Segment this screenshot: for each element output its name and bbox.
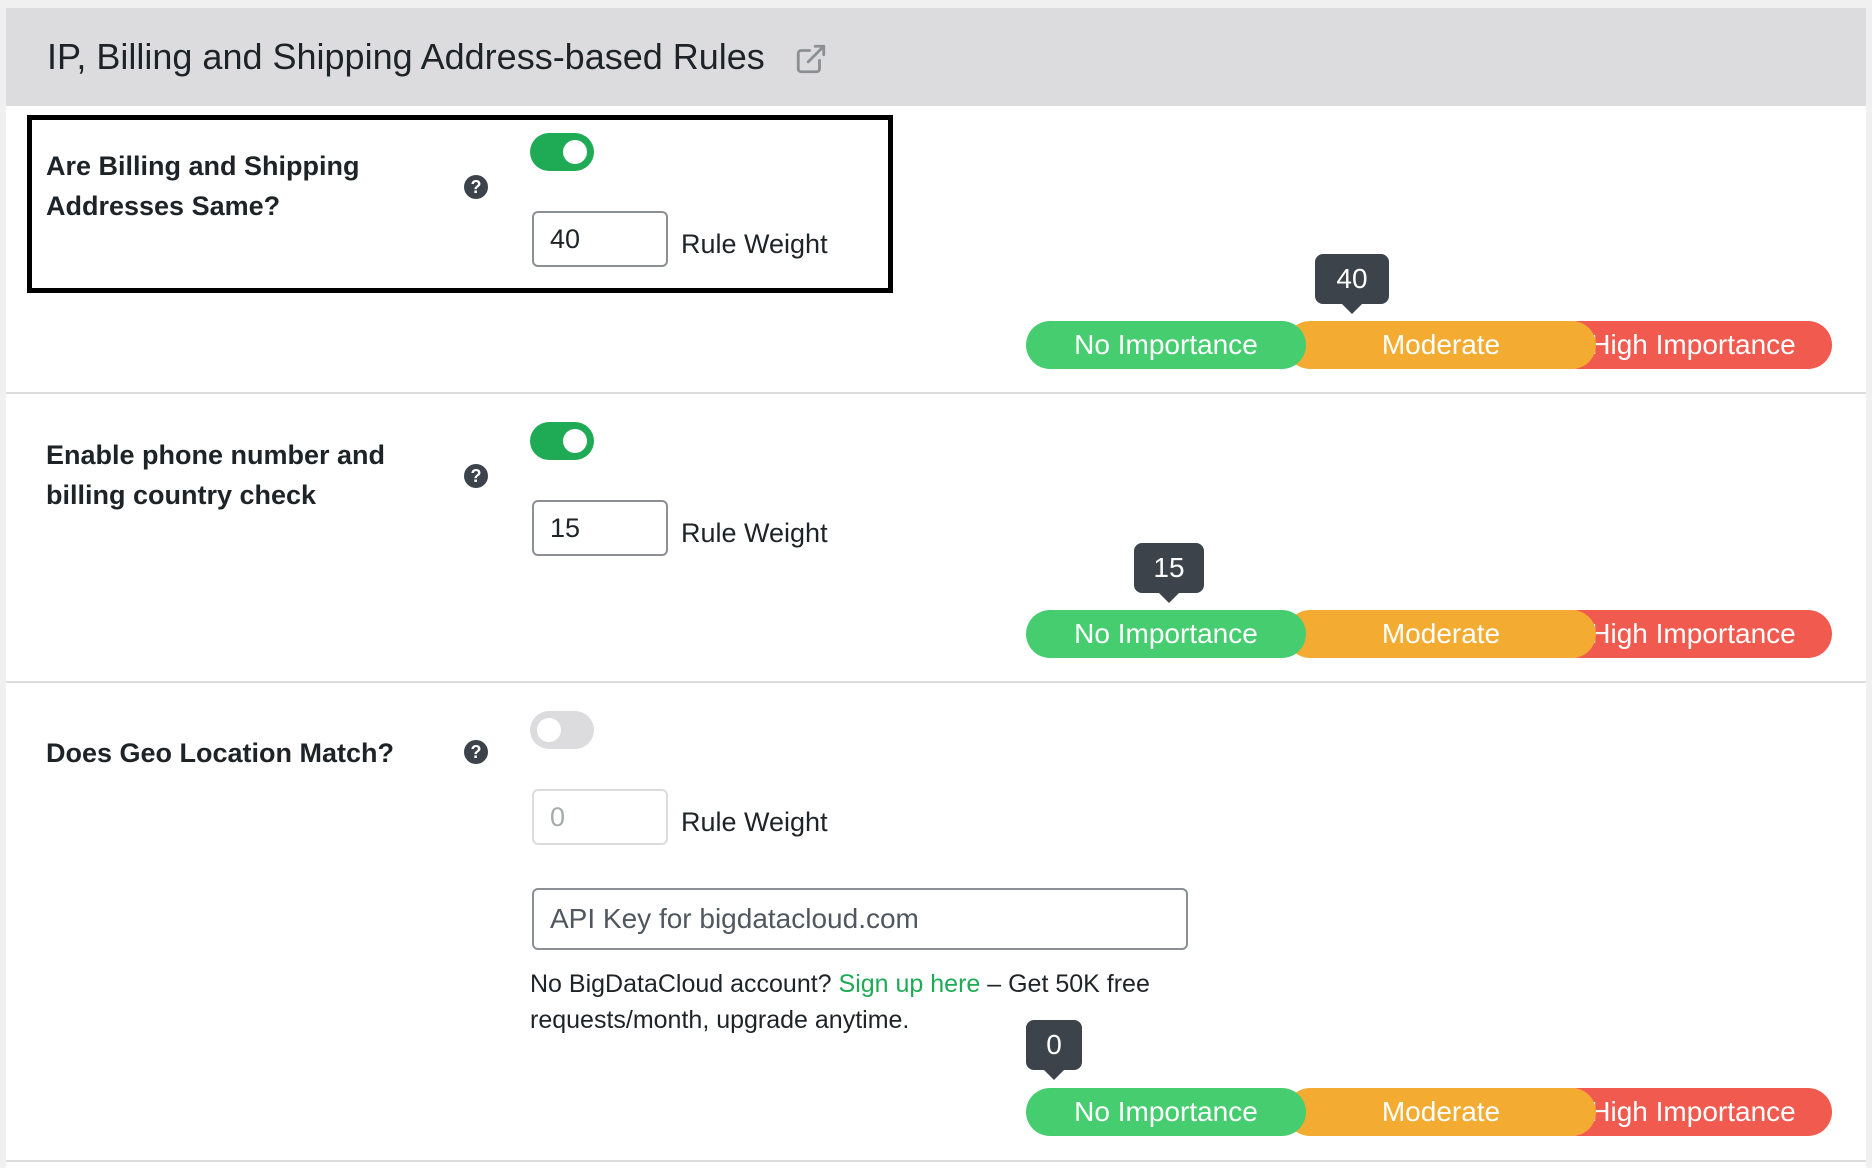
rule-label-geo-location: Does Geo Location Match? [46,738,395,768]
highlight-box [27,115,893,293]
help-icon[interactable]: ? [464,464,488,488]
weight-tooltip: 15 [1134,543,1204,603]
toggle-knob [537,718,561,742]
section-title: IP, Billing and Shipping Address-based R… [47,36,765,77]
rule-weight-label: Rule Weight [681,807,828,837]
importance-scale: High Importance Moderate No Importance [1026,321,1832,369]
external-link-icon[interactable] [794,42,828,76]
weight-tooltip: 0 [1026,1020,1082,1080]
rule-weight-input-geo-location[interactable] [532,789,668,845]
rules-panel: IP, Billing and Shipping Address-based R… [6,8,1866,1168]
scale-moderate[interactable]: Moderate [1286,1088,1596,1136]
weight-tooltip: 40 [1315,254,1389,314]
scale-moderate[interactable]: Moderate [1286,321,1596,369]
scale-moderate[interactable]: Moderate [1286,610,1596,658]
api-key-input[interactable] [532,888,1188,950]
importance-scale: High Importance Moderate No Importance [1026,1088,1832,1136]
toggle-knob [563,429,587,453]
scale-no-importance[interactable]: No Importance [1026,321,1306,369]
rule-toggle-geo-location[interactable] [530,711,594,749]
help-icon[interactable]: ? [464,740,488,764]
importance-scale: High Importance Moderate No Importance [1026,610,1832,658]
rule-weight-input-phone-country[interactable] [532,500,668,556]
row-divider [6,681,1866,683]
sign-up-link[interactable]: Sign up here [839,970,981,998]
row-divider [6,392,1866,394]
row-divider [6,1160,1866,1162]
rule-toggle-phone-country[interactable] [530,422,594,460]
rule-label-phone-country: Enable phone number and billing country … [46,440,386,510]
rule-weight-label: Rule Weight [681,518,828,548]
scale-no-importance[interactable]: No Importance [1026,610,1306,658]
scale-no-importance[interactable]: No Importance [1026,1088,1306,1136]
signup-note: No BigDataCloud account? Sign up here – … [530,970,1150,1034]
section-header: IP, Billing and Shipping Address-based R… [6,8,1866,106]
